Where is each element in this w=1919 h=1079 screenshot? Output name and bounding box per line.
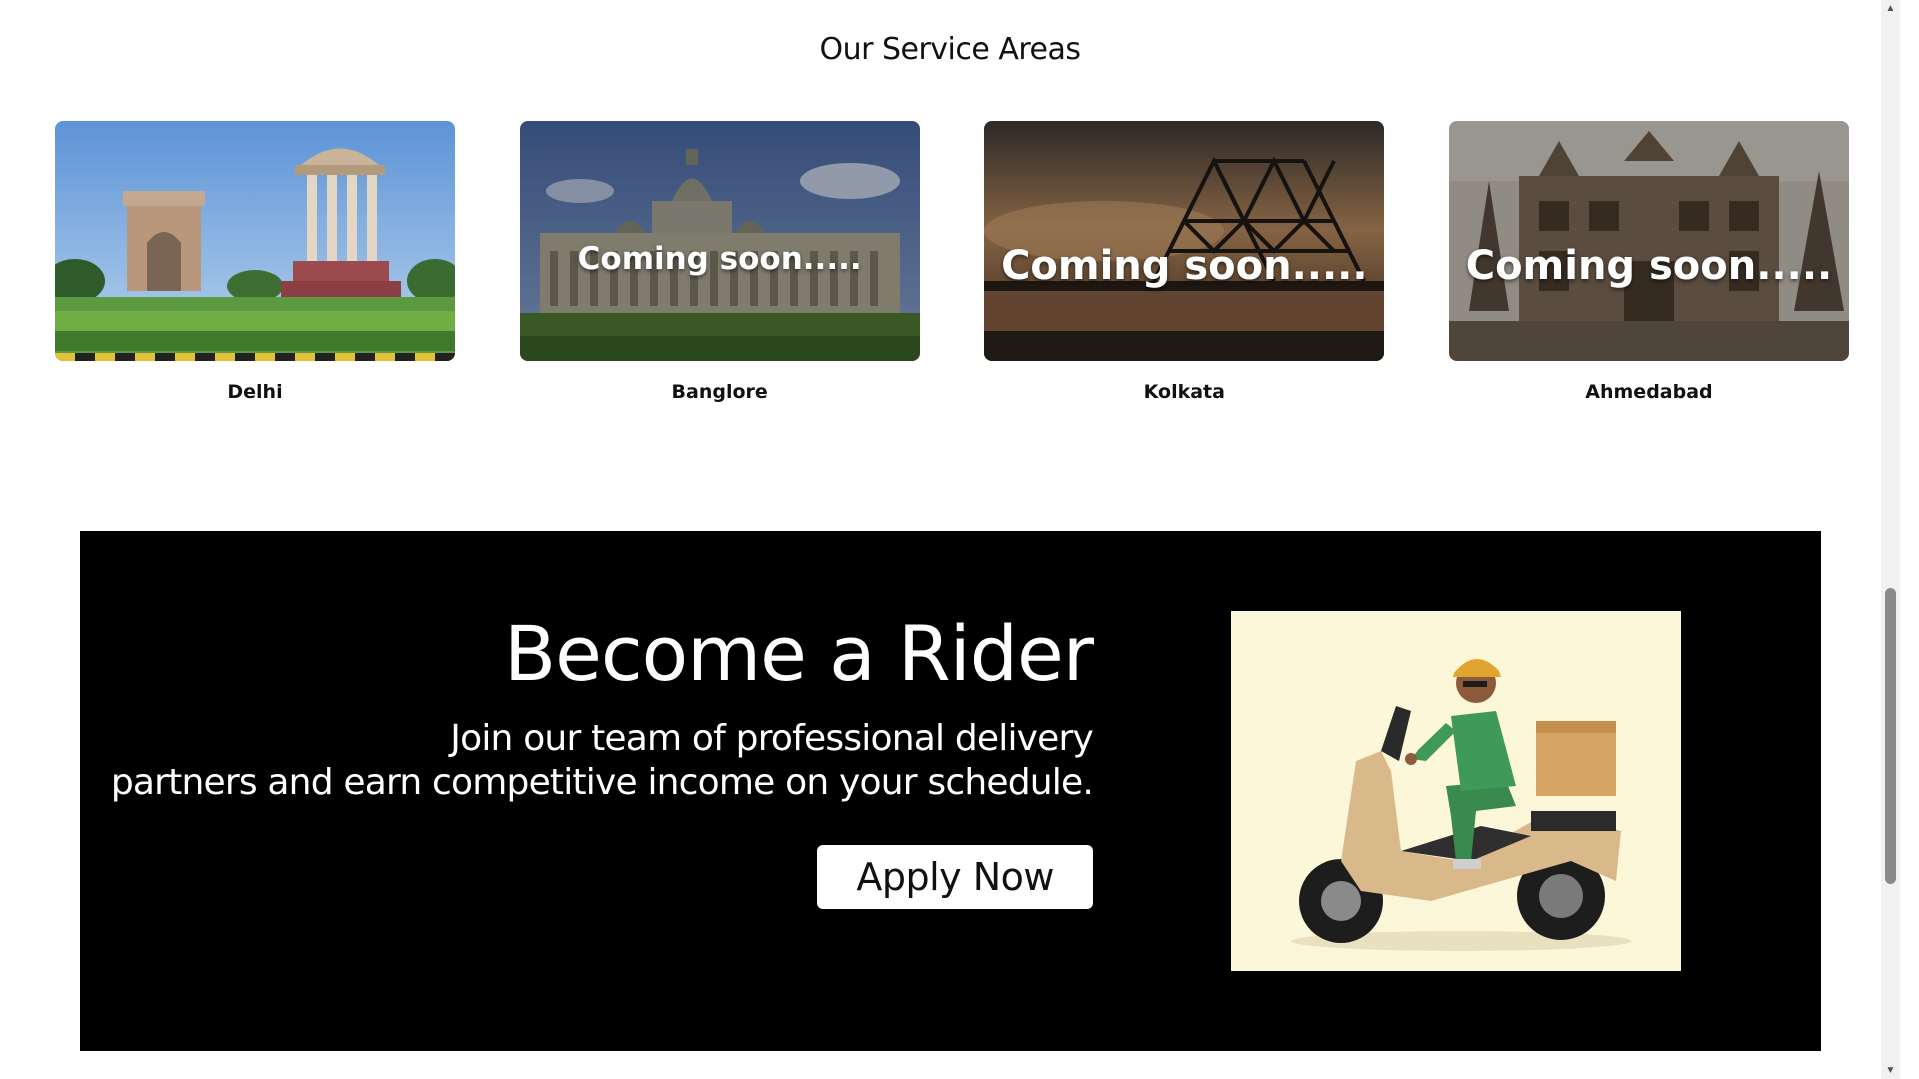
- area-name-banglore: Banglore: [671, 381, 768, 403]
- area-card-kolkata[interactable]: Coming soon..... Kolkata: [984, 121, 1385, 403]
- triangle-down-icon[interactable]: ▼: [1881, 1062, 1900, 1079]
- area-name-kolkata: Kolkata: [1143, 381, 1225, 403]
- vertical-scrollbar[interactable]: ▲ ▼: [1881, 0, 1900, 1079]
- kolkata-image: Coming soon.....: [984, 121, 1385, 361]
- rider-description-line-1: Join our team of professional delivery: [450, 718, 1094, 759]
- scrollbar-thumb[interactable]: [1885, 588, 1896, 884]
- service-areas-title: Our Service Areas: [819, 32, 1081, 67]
- rider-title: Become a Rider: [503, 609, 1094, 698]
- page: Our Service Areas Delhi Coming soon.....…: [0, 0, 1900, 1079]
- coming-soon-ahmedabad: Coming soon.....: [1465, 243, 1833, 289]
- area-name-ahmedabad: Ahmedabad: [1585, 381, 1713, 403]
- delhi-image: [55, 121, 455, 361]
- coming-soon-kolkata: Coming soon.....: [1001, 243, 1368, 289]
- become-rider-banner: Become a Rider Join our team of professi…: [80, 531, 1821, 1051]
- apply-now-button[interactable]: Apply Now: [817, 845, 1093, 909]
- area-card-delhi[interactable]: Delhi: [55, 121, 455, 403]
- triangle-up-icon[interactable]: ▲: [1881, 0, 1900, 17]
- area-card-banglore[interactable]: Coming soon..... Banglore: [519, 121, 920, 403]
- rider-description-line-2: partners and earn competitive income on …: [110, 762, 1094, 803]
- coming-soon-banglore: Coming soon.....: [577, 241, 862, 277]
- area-name-delhi: Delhi: [227, 381, 283, 403]
- rider-description: Join our team of professional delivery p…: [93, 717, 1094, 805]
- ahmedabad-image: Coming soon.....: [1448, 121, 1849, 361]
- rider-text-block: Become a Rider Join our team of professi…: [93, 609, 1094, 909]
- banglore-image: Coming soon.....: [519, 121, 920, 361]
- rider-scooter-image: [1231, 611, 1681, 971]
- area-card-ahmedabad[interactable]: Coming soon..... Ahmedabad: [1448, 121, 1849, 403]
- service-areas-grid: Delhi Coming soon..... Banglore Coming s…: [55, 121, 1849, 403]
